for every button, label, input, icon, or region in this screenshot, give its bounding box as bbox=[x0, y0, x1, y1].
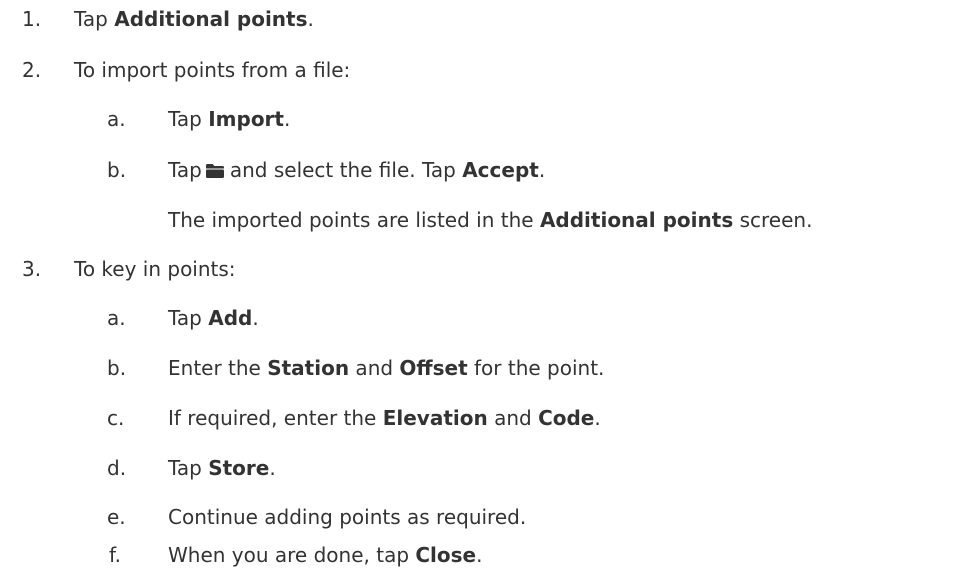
substep-text: Tap and select the file. Tap Accept. bbox=[168, 156, 546, 182]
substep-letter: a. bbox=[107, 107, 126, 131]
ui-term: Accept bbox=[462, 158, 539, 182]
step-text: Tap Additional points. bbox=[74, 7, 314, 31]
substep-letter: f. bbox=[109, 543, 121, 567]
substep-text: Tap Store. bbox=[168, 456, 276, 480]
folder-icon bbox=[205, 156, 224, 178]
substep-text: Continue adding points as required. bbox=[168, 505, 527, 529]
instruction-list: 1. Tap Additional points. 2. To import p… bbox=[0, 0, 958, 567]
step-text: To key in points: bbox=[74, 257, 236, 281]
ui-term: Close bbox=[415, 543, 477, 567]
ui-term: Add bbox=[208, 306, 253, 330]
step-number: 1. bbox=[22, 7, 42, 31]
step-number: 3. bbox=[22, 257, 42, 281]
substep-letter: d. bbox=[107, 456, 127, 480]
substep-2b-note: The imported points are listed in the Ad… bbox=[168, 208, 813, 232]
substep-text: Tap Import. bbox=[168, 107, 291, 131]
ui-term: Store bbox=[208, 456, 270, 480]
step-number: 2. bbox=[22, 58, 42, 82]
substep-text: When you are done, tap Close. bbox=[168, 543, 483, 567]
substep-letter: c. bbox=[107, 406, 125, 430]
substep-letter: e. bbox=[107, 505, 126, 529]
ui-term: Additional points bbox=[114, 7, 308, 31]
ui-term: Additional points bbox=[539, 208, 734, 232]
ui-term: Import bbox=[208, 107, 284, 131]
ui-term: Offset bbox=[399, 356, 468, 380]
ui-term: Station bbox=[267, 356, 350, 380]
substep-letter: b. bbox=[107, 158, 127, 182]
ui-term: Elevation bbox=[382, 406, 488, 430]
substep-letter: b. bbox=[107, 356, 127, 380]
substep-text: If required, enter the Elevation and Cod… bbox=[168, 406, 601, 430]
ui-term: Code bbox=[538, 406, 595, 430]
substep-letter: a. bbox=[107, 306, 126, 330]
substep-text: Tap Add. bbox=[168, 306, 259, 330]
substep-text: Enter the Station and Offset for the poi… bbox=[168, 356, 605, 380]
step-text: To import points from a file: bbox=[74, 58, 351, 82]
